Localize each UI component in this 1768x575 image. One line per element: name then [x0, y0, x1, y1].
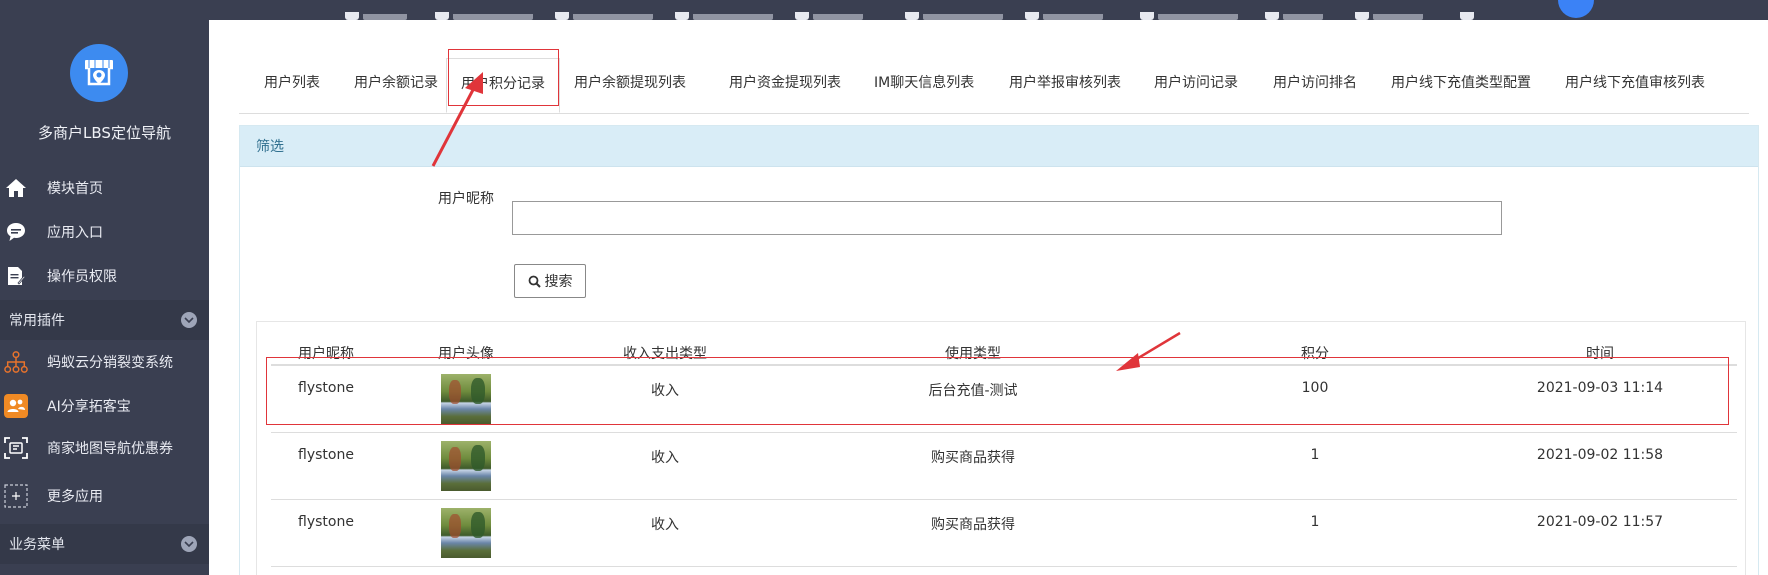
nav-icon	[1025, 12, 1039, 20]
panel-title: 筛选	[240, 126, 1758, 167]
nav-icon	[435, 12, 449, 20]
cell-usage: 购买商品获得	[779, 499, 1167, 567]
tab-offline-topup-config[interactable]: 用户线下充值类型配置	[1391, 72, 1531, 92]
section-business-menu[interactable]: 业务菜单	[0, 524, 209, 564]
sidebar-item-label: 蚂蚁云分销裂变系统	[47, 355, 173, 371]
tab-balance-withdrawal[interactable]: 用户余额提现列表	[574, 72, 686, 92]
top-nav-item[interactable]	[1355, 0, 1423, 20]
tab-im-chat[interactable]: IM聊天信息列表	[874, 72, 974, 92]
annotation-row-box	[266, 357, 1729, 425]
top-nav-item[interactable]	[905, 0, 1003, 20]
table-row: flystone 收入 购买商品获得 1 2021-09-02 11:58	[271, 432, 1737, 500]
sidebar-item-home[interactable]: 模块首页	[0, 166, 209, 210]
nav-icon	[795, 12, 809, 20]
nav-icon	[905, 12, 919, 20]
chevron-down-icon	[181, 536, 197, 552]
logo-area: 多商户LBS定位导航	[0, 20, 209, 166]
tab-report-review[interactable]: 用户举报审核列表	[1009, 72, 1121, 92]
sidebar-item-operator-permissions[interactable]: 操作员权限	[0, 254, 209, 298]
section-label: 业务菜单	[9, 537, 65, 553]
sidebar-item-label: 更多应用	[47, 489, 103, 505]
top-nav-item[interactable]	[675, 0, 773, 20]
sidebar-item-map-coupon[interactable]: 商家地图导航优惠券	[0, 426, 209, 470]
sidebar-item-label: 操作员权限	[47, 269, 117, 285]
nickname-input[interactable]	[512, 201, 1502, 235]
cell-nickname: flystone	[271, 432, 381, 500]
nav-icon	[345, 12, 359, 20]
cell-time: 2021-09-02 11:57	[1463, 499, 1737, 567]
cell-avatar	[381, 499, 551, 567]
section-label: 常用插件	[9, 313, 65, 329]
sidebar-item-ant-cloud[interactable]: 蚂蚁云分销裂变系统	[0, 340, 209, 384]
tab-visit-records[interactable]: 用户访问记录	[1154, 72, 1238, 92]
nav-icon	[1355, 12, 1369, 20]
sidebar-item-ai-share[interactable]: AI分享拓客宝	[0, 384, 209, 428]
section-common-plugins[interactable]: 常用插件	[0, 300, 209, 340]
top-nav-item[interactable]	[1265, 0, 1323, 20]
cell-avatar	[381, 432, 551, 500]
top-nav-item[interactable]	[555, 0, 653, 20]
nav-icon	[1265, 12, 1279, 20]
network-icon	[4, 350, 28, 374]
top-navbar	[0, 0, 1768, 20]
sidebar-item-label: 模块首页	[47, 181, 103, 197]
top-nav-item[interactable]	[1140, 0, 1238, 20]
search-button[interactable]: 搜索	[514, 264, 586, 298]
cell-usage: 购买商品获得	[779, 432, 1167, 500]
top-nav-item[interactable]	[1460, 0, 1478, 20]
cell-points: 1	[1167, 432, 1463, 500]
cell-points: 1	[1167, 499, 1463, 567]
filter-panel: 筛选 用户昵称 搜索 用户昵称 用户头像 收入支出类型 使用类型 积分 时间 f…	[239, 125, 1759, 575]
app-title: 多商户LBS定位导航	[38, 124, 171, 142]
tab-fund-withdrawal[interactable]: 用户资金提现列表	[729, 72, 841, 92]
chat-icon	[4, 220, 28, 244]
top-nav-item[interactable]	[345, 0, 407, 20]
tab-user-list[interactable]: 用户列表	[264, 72, 320, 92]
tab-visit-ranking[interactable]: 用户访问排名	[1273, 72, 1357, 92]
avatar	[441, 507, 491, 558]
chevron-down-icon	[181, 312, 197, 328]
avatar	[441, 440, 491, 491]
nav-icon	[675, 12, 689, 20]
cell-type: 收入	[551, 499, 779, 567]
sidebar: 多商户LBS定位导航 模块首页 应用入口 操作员权限 常用插件 蚂蚁云分销裂变系…	[0, 0, 209, 575]
scan-icon	[4, 436, 28, 460]
search-label: 搜索	[544, 274, 573, 290]
nav-icon	[1140, 12, 1154, 20]
document-edit-icon	[4, 264, 28, 288]
search-icon	[528, 275, 541, 288]
annotation-tab-box	[448, 49, 559, 106]
cell-nickname: flystone	[271, 499, 381, 567]
top-nav-item[interactable]	[1025, 0, 1103, 20]
store-location-icon	[70, 44, 128, 102]
sidebar-item-label: AI分享拓客宝	[47, 399, 131, 415]
nav-icon	[555, 12, 569, 20]
plus-icon	[4, 484, 28, 508]
home-icon	[4, 176, 28, 200]
avatar[interactable]	[1558, 0, 1594, 18]
table-row: flystone 收入 购买商品获得 1 2021-09-02 11:57	[271, 499, 1737, 567]
cell-time: 2021-09-02 11:58	[1463, 432, 1737, 500]
top-nav-item[interactable]	[795, 0, 863, 20]
main-content: 用户列表 用户余额记录 用户积分记录 用户余额提现列表 用户资金提现列表 IM聊…	[209, 20, 1768, 575]
tab-balance-records[interactable]: 用户余额记录	[354, 72, 438, 92]
share-users-icon	[4, 394, 28, 418]
nickname-label: 用户昵称	[438, 191, 494, 207]
sidebar-item-more-apps[interactable]: 更多应用	[0, 474, 209, 518]
top-nav-item[interactable]	[435, 0, 533, 20]
user-icon	[1460, 12, 1474, 20]
cell-type: 收入	[551, 432, 779, 500]
tab-offline-topup-review[interactable]: 用户线下充值审核列表	[1565, 72, 1705, 92]
sidebar-item-label: 应用入口	[47, 225, 103, 241]
sidebar-item-app-entry[interactable]: 应用入口	[0, 210, 209, 254]
sidebar-item-label: 商家地图导航优惠券	[47, 441, 173, 457]
